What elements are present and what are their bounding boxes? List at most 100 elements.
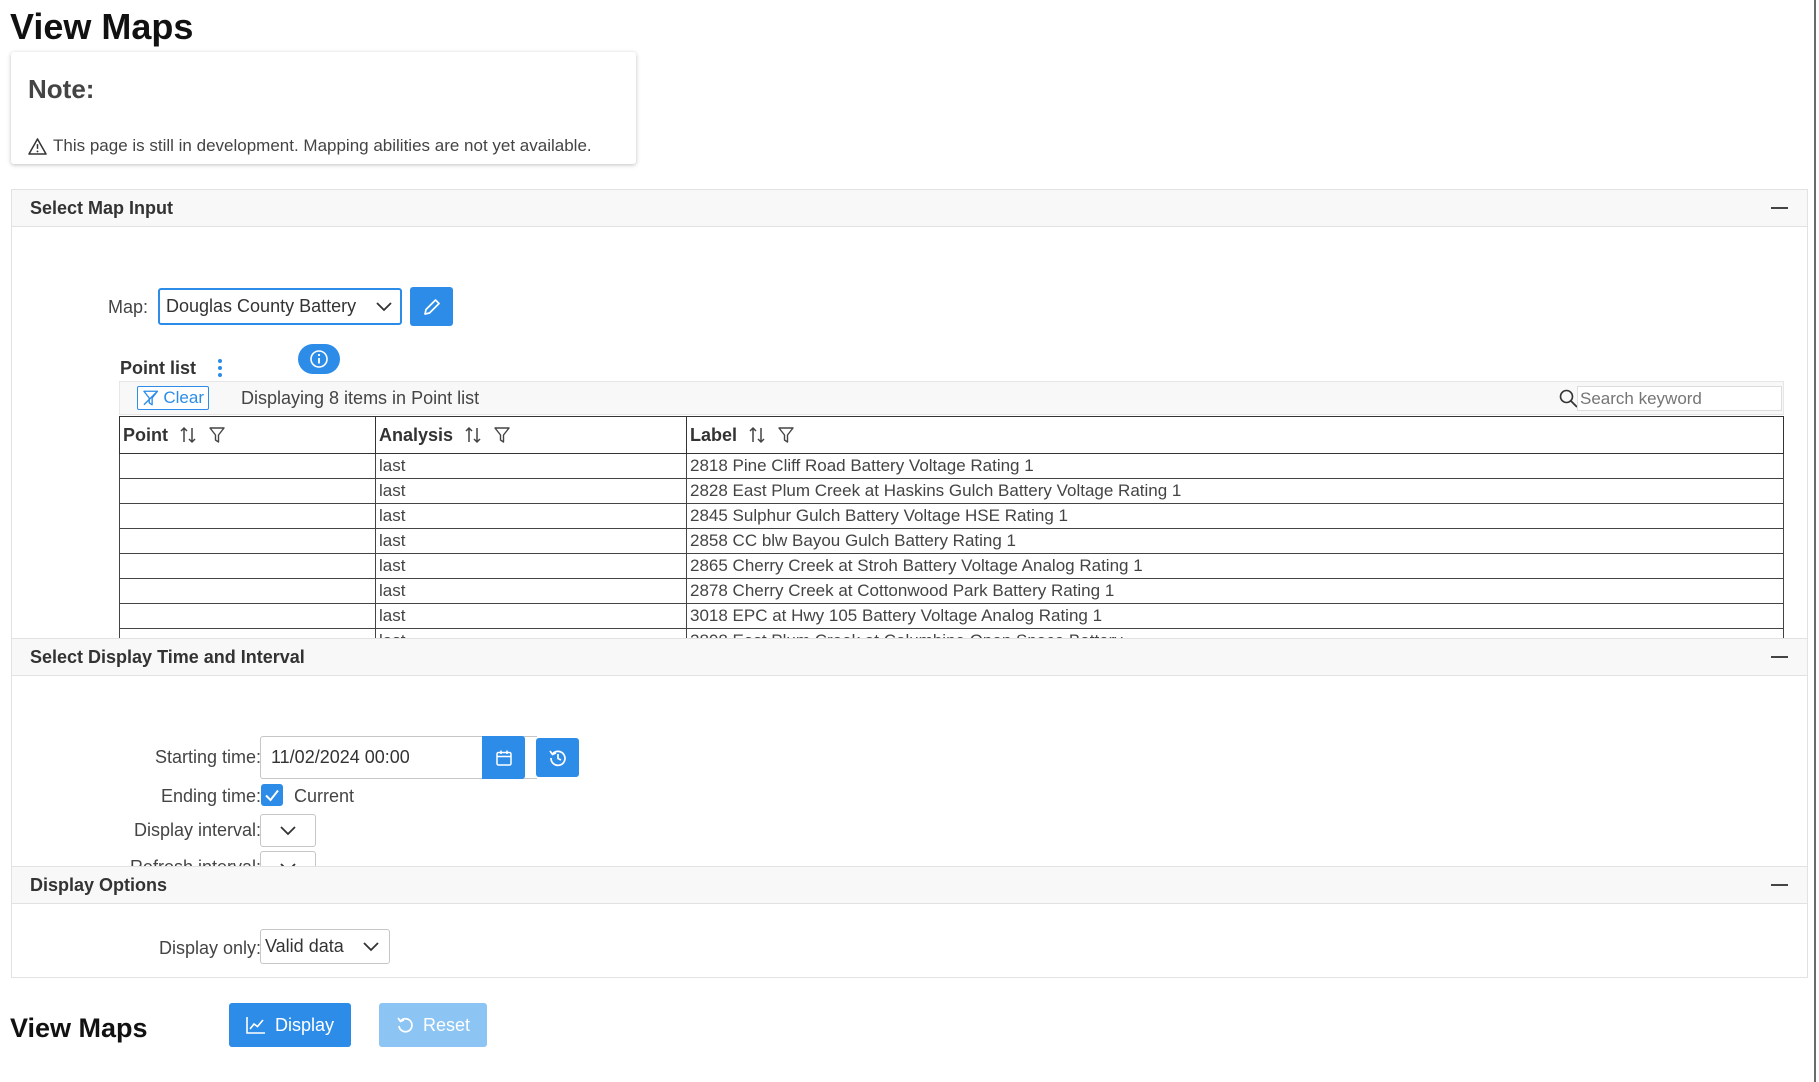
note-card: Note: This page is still in development.… [11, 52, 636, 164]
cell-point [119, 603, 376, 629]
filter-icon[interactable] [493, 426, 511, 444]
table-row[interactable]: last 2878 Cherry Creek at Cottonwood Par… [119, 578, 1784, 604]
column-header-label[interactable]: Label [686, 416, 1784, 454]
reset-time-button[interactable] [536, 738, 579, 777]
collapse-display-options-icon[interactable] [1769, 875, 1789, 895]
display-interval-label: Display interval: [133, 820, 261, 840]
collapse-map-input-icon[interactable] [1769, 198, 1789, 218]
calendar-icon [495, 750, 512, 766]
ending-time-label: Ending time: [160, 786, 261, 806]
sort-icon[interactable] [463, 425, 483, 445]
table-row[interactable]: last 2858 CC blw Bayou Gulch Battery Rat… [119, 528, 1784, 554]
display-button-label: Display [274, 1014, 335, 1035]
cell-label: 2828 East Plum Creek at Haskins Gulch Ba… [686, 478, 1784, 504]
display-only-label: Display only: [158, 938, 261, 958]
history-icon [548, 750, 566, 766]
cell-label: 3018 EPC at Hwy 105 Battery Voltage Anal… [686, 603, 1784, 629]
map-input-panel-header[interactable]: Select Map Input [12, 190, 1807, 227]
display-options-panel: Display Options Display only: Valid data [11, 866, 1808, 978]
current-checkbox[interactable] [261, 784, 283, 806]
time-interval-panel-header[interactable]: Select Display Time and Interval [12, 639, 1807, 676]
table-row[interactable]: last 2865 Cherry Creek at Stroh Battery … [119, 553, 1784, 579]
chevron-down-icon [376, 301, 392, 311]
starting-time-label: Starting time: [154, 747, 261, 767]
warning-icon [28, 137, 47, 155]
reset-button-label: Reset [422, 1014, 471, 1035]
time-interval-panel-title: Select Display Time and Interval [30, 646, 305, 667]
column-label-analysis: Analysis [379, 424, 454, 445]
search-input[interactable] [1577, 386, 1782, 411]
footer-title: View Maps [10, 1013, 148, 1043]
map-input-panel-title: Select Map Input [30, 197, 174, 218]
column-label-point: Point [123, 424, 168, 445]
cell-label: 2865 Cherry Creek at Stroh Battery Volta… [686, 553, 1784, 579]
note-message: This page is still in development. Mappi… [28, 136, 592, 156]
map-select-value: Douglas County Battery [166, 296, 357, 316]
cell-point [119, 453, 376, 479]
cell-point [119, 553, 376, 579]
filter-icon[interactable] [208, 426, 226, 444]
cell-analysis: last [375, 528, 687, 554]
info-icon [310, 350, 328, 368]
starting-time-value: 11/02/2024 00:00 [271, 747, 410, 767]
display-only-value: Valid data [265, 936, 344, 956]
chart-line-icon [246, 1017, 265, 1034]
sort-icon[interactable] [178, 425, 198, 445]
time-interval-panel: Select Display Time and Interval Startin… [11, 638, 1808, 884]
checkmark-icon [265, 789, 279, 802]
chevron-down-icon [363, 941, 379, 951]
point-list-title: Point list [120, 358, 196, 378]
display-options-panel-title: Display Options [30, 874, 168, 895]
search-icon [1559, 389, 1578, 408]
map-label: Map: [108, 297, 149, 317]
column-header-point[interactable]: Point [119, 416, 376, 454]
display-options-panel-header[interactable]: Display Options [12, 867, 1807, 904]
cell-analysis: last [375, 478, 687, 504]
note-title: Note: [28, 74, 95, 104]
clear-filter-label: Clear [163, 388, 204, 407]
calendar-button[interactable] [482, 736, 525, 779]
cell-point [119, 503, 376, 529]
table-header-row: Point Analysis Label [119, 416, 1784, 454]
edit-map-button[interactable] [410, 287, 453, 326]
cell-point [119, 578, 376, 604]
point-list-info-button[interactable] [298, 344, 340, 374]
clear-filter-button[interactable]: Clear [137, 386, 209, 410]
point-list-menu-icon[interactable] [217, 358, 223, 378]
note-text: This page is still in development. Mappi… [53, 136, 592, 155]
cell-analysis: last [375, 603, 687, 629]
table-row[interactable]: last 3018 EPC at Hwy 105 Battery Voltage… [119, 603, 1784, 629]
column-header-analysis[interactable]: Analysis [375, 416, 687, 454]
table-row[interactable]: last 2828 East Plum Creek at Haskins Gul… [119, 478, 1784, 504]
cell-label: 2878 Cherry Creek at Cottonwood Park Bat… [686, 578, 1784, 604]
chevron-down-icon [280, 825, 296, 835]
display-button[interactable]: Display [229, 1003, 351, 1047]
filter-clear-icon [143, 390, 159, 406]
cell-analysis: last [375, 503, 687, 529]
cell-point [119, 478, 376, 504]
map-input-panel: Select Map Input Map: Douglas County Bat… [11, 189, 1808, 656]
table-row[interactable]: last 2818 Pine Cliff Road Battery Voltag… [119, 453, 1784, 479]
cell-point [119, 528, 376, 554]
cell-analysis: last [375, 578, 687, 604]
page-title: View Maps [10, 6, 194, 47]
cell-label: 2818 Pine Cliff Road Battery Voltage Rat… [686, 453, 1784, 479]
cell-label: 2858 CC blw Bayou Gulch Battery Rating 1 [686, 528, 1784, 554]
page-right-border [1814, 0, 1816, 1082]
point-list-status: Displaying 8 items in Point list [241, 388, 480, 408]
table-row[interactable]: last 2845 Sulphur Gulch Battery Voltage … [119, 503, 1784, 529]
column-label-label: Label [690, 424, 738, 445]
cell-analysis: last [375, 453, 687, 479]
display-interval-select[interactable] [260, 814, 316, 847]
point-list-toolbar: Clear Displaying 8 items in Point list [119, 381, 1784, 415]
filter-icon[interactable] [777, 426, 795, 444]
collapse-time-interval-icon[interactable] [1769, 647, 1789, 667]
reset-button[interactable]: Reset [379, 1003, 487, 1047]
current-checkbox-label: Current [294, 786, 355, 806]
cell-label: 2845 Sulphur Gulch Battery Voltage HSE R… [686, 503, 1784, 529]
display-only-select[interactable]: Valid data [260, 929, 390, 964]
sort-icon[interactable] [747, 425, 767, 445]
cell-analysis: last [375, 553, 687, 579]
map-select[interactable]: Douglas County Battery [158, 288, 402, 325]
pencil-icon [423, 298, 440, 315]
